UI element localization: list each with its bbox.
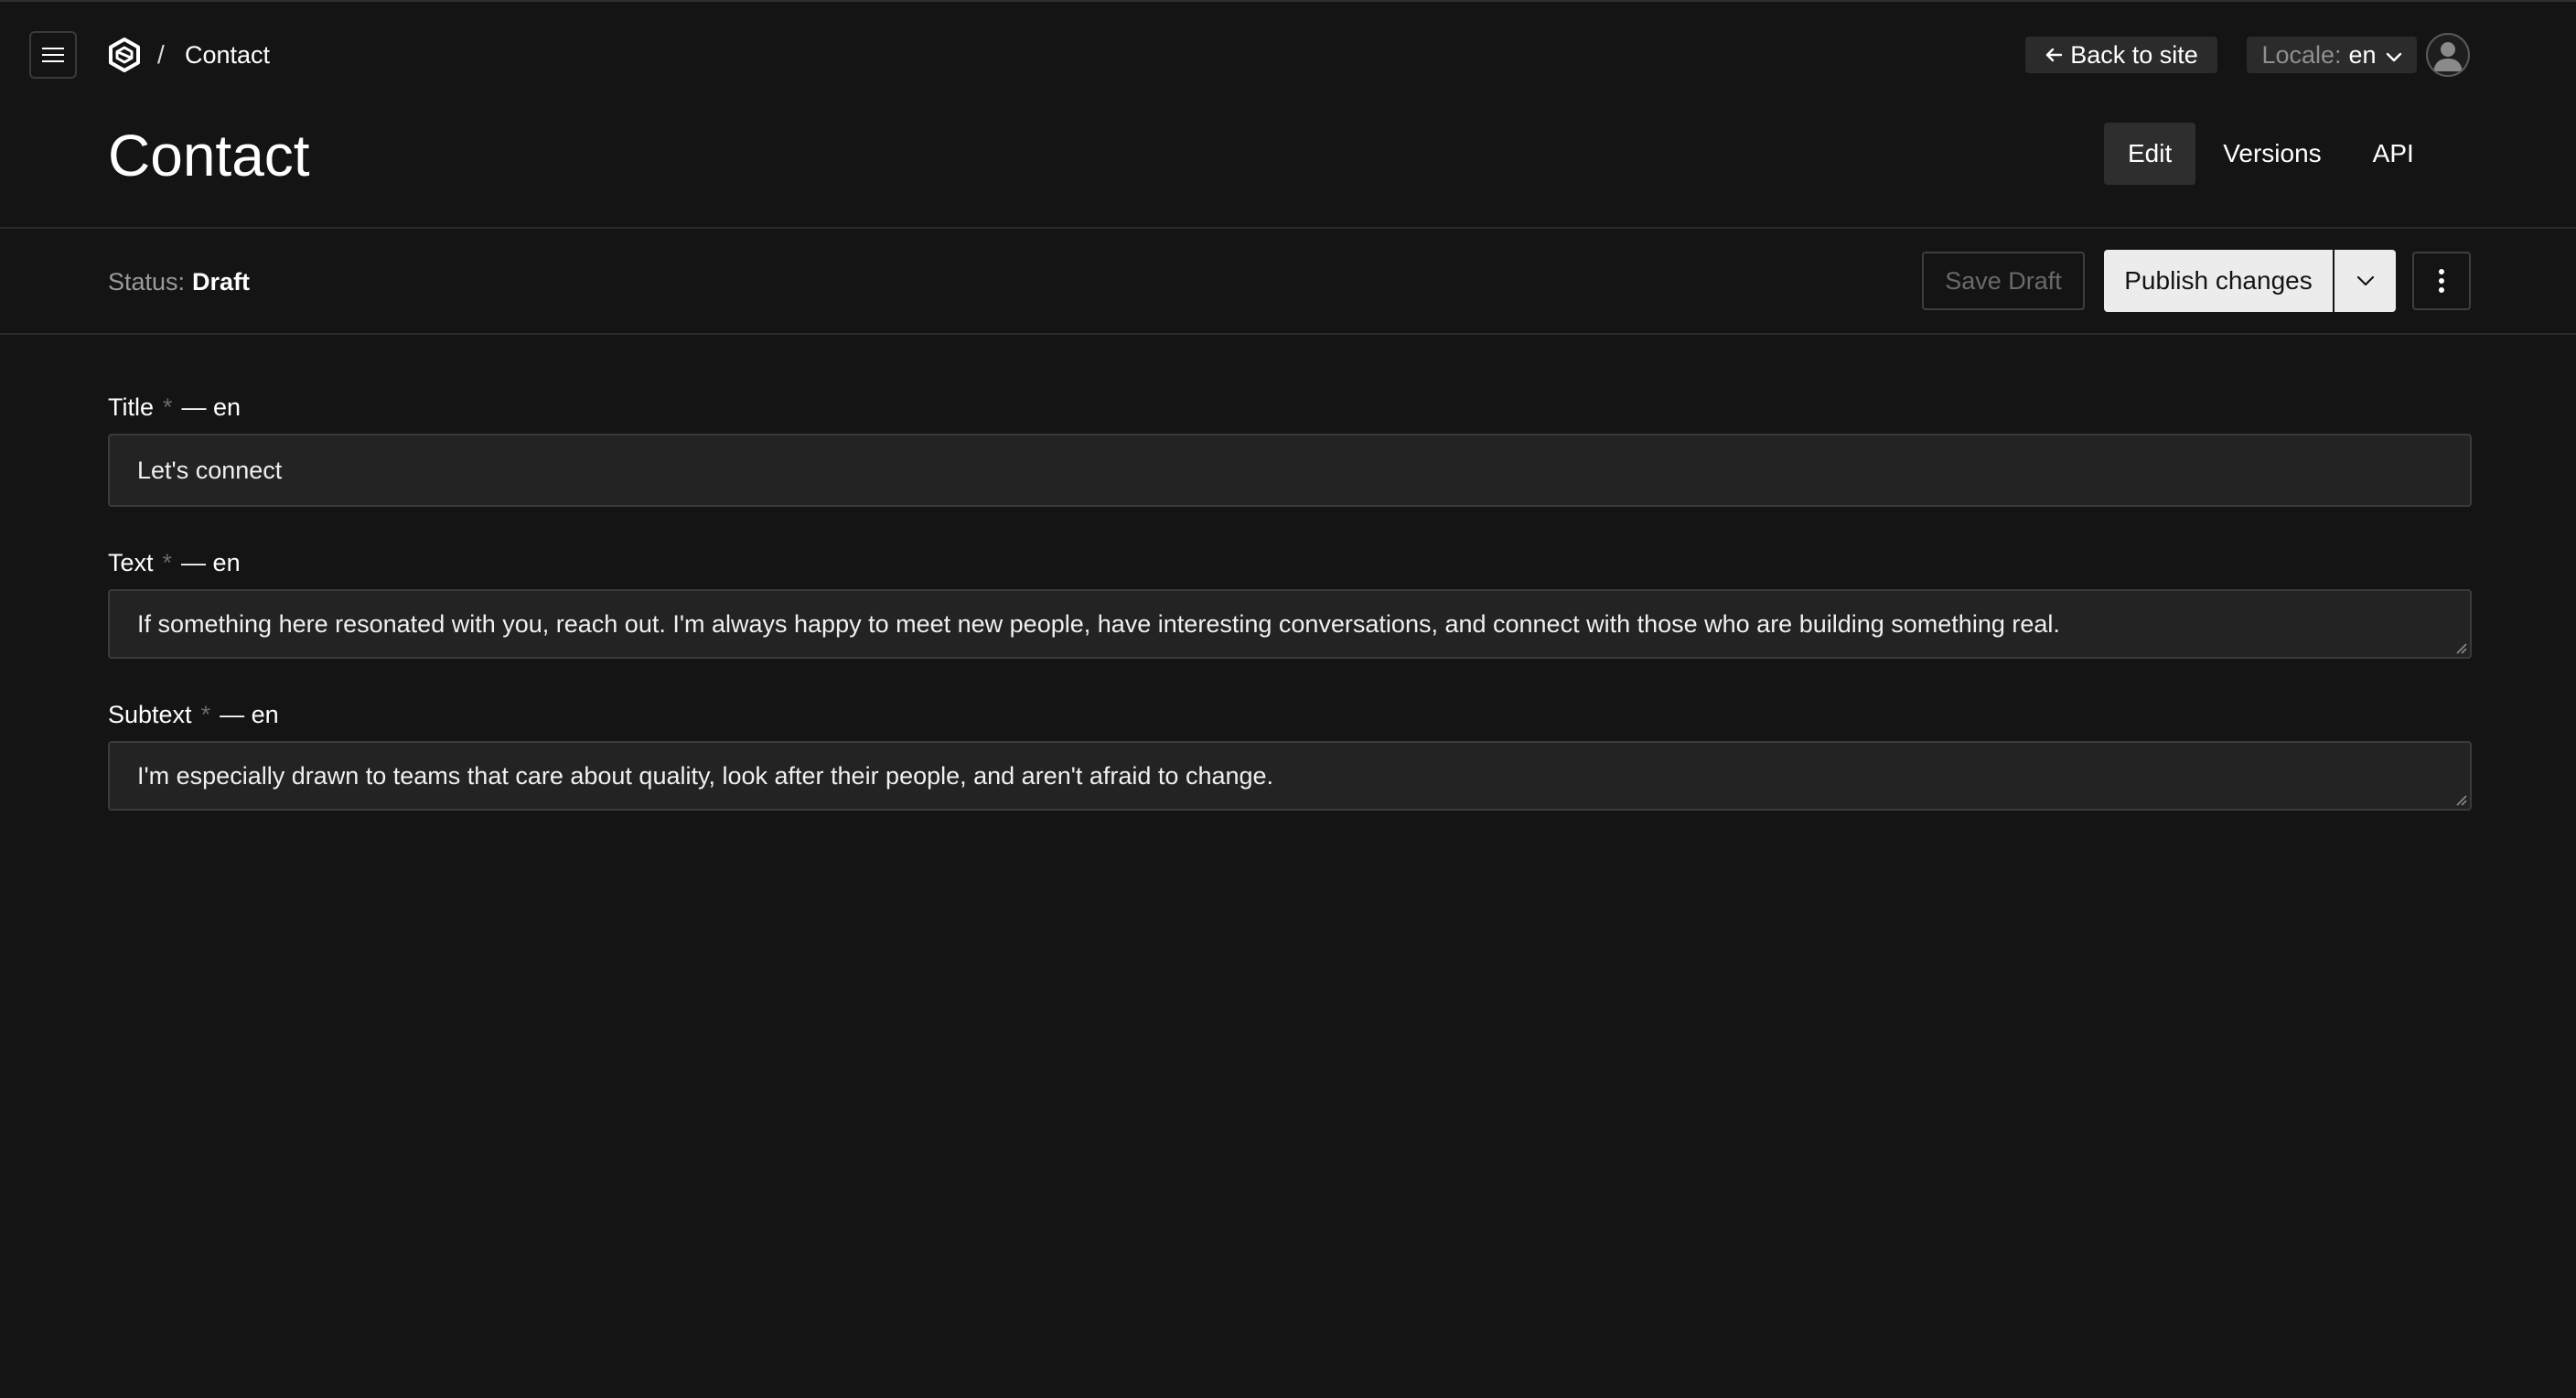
user-icon bbox=[2433, 42, 2463, 71]
subtext-textarea[interactable]: I'm especially drawn to teams that care … bbox=[108, 741, 2472, 811]
tab-edit[interactable]: Edit bbox=[2104, 123, 2196, 185]
subtext-textarea-value: I'm especially drawn to teams that care … bbox=[137, 762, 1274, 790]
field-locale: — en bbox=[181, 393, 242, 421]
field-locale: — en bbox=[181, 549, 241, 576]
more-vertical-icon bbox=[2439, 269, 2444, 293]
title-input[interactable]: Let's connect bbox=[108, 434, 2472, 507]
header-divider bbox=[0, 227, 2576, 229]
locale-label: Locale: bbox=[2261, 40, 2342, 69]
back-to-site-label: Back to site bbox=[2070, 40, 2198, 69]
hamburger-icon bbox=[42, 48, 64, 62]
publish-button-group: Publish changes bbox=[2104, 250, 2396, 312]
publish-changes-button[interactable]: Publish changes bbox=[2104, 250, 2333, 312]
status-divider bbox=[0, 333, 2576, 335]
chevron-down-icon bbox=[2386, 41, 2402, 70]
title-field-label: Title * — en bbox=[108, 392, 241, 423]
title-input-value: Let's connect bbox=[137, 457, 283, 484]
chevron-down-icon bbox=[2356, 275, 2374, 286]
status-label: Status: bbox=[108, 268, 186, 296]
back-to-site-button[interactable]: Back to site bbox=[2025, 37, 2217, 73]
locale-selector[interactable]: Locale: en bbox=[2247, 37, 2417, 73]
status-badge: Draft bbox=[192, 268, 251, 296]
page-title: Contact bbox=[108, 123, 310, 188]
app-window: / Contact Back to site Locale: en Contac… bbox=[0, 0, 2576, 1398]
logo-icon[interactable] bbox=[106, 37, 143, 73]
field-locale: — en bbox=[220, 701, 279, 728]
resize-handle-icon[interactable] bbox=[2454, 793, 2467, 806]
title-label-text: Title bbox=[108, 393, 155, 421]
text-textarea[interactable]: If something here resonated with you, re… bbox=[108, 589, 2472, 659]
menu-toggle-button[interactable] bbox=[29, 31, 77, 79]
top-bar: / Contact Back to site Locale: en bbox=[0, 2, 2576, 108]
document-status: Status: Draft bbox=[108, 265, 250, 298]
breadcrumb-current[interactable]: Contact bbox=[185, 38, 270, 71]
required-marker: * bbox=[200, 701, 211, 728]
resize-handle-icon[interactable] bbox=[2454, 641, 2467, 654]
more-options-button[interactable] bbox=[2412, 252, 2471, 310]
subtext-label-text: Subtext bbox=[108, 701, 192, 728]
arrow-left-icon bbox=[2045, 41, 2063, 70]
text-label-text: Text bbox=[108, 549, 154, 576]
save-draft-button[interactable]: Save Draft bbox=[1922, 252, 2085, 310]
locale-value: en bbox=[2348, 40, 2377, 69]
text-textarea-value: If something here resonated with you, re… bbox=[137, 610, 2060, 638]
required-marker: * bbox=[162, 549, 173, 576]
text-field-label: Text * — en bbox=[108, 547, 241, 578]
breadcrumb-separator: / bbox=[157, 40, 165, 69]
user-avatar[interactable] bbox=[2426, 33, 2470, 77]
publish-options-button[interactable] bbox=[2334, 250, 2396, 312]
required-marker: * bbox=[163, 393, 173, 421]
subtext-field-label: Subtext * — en bbox=[108, 699, 279, 730]
view-tabs: Edit Versions API bbox=[2104, 123, 2442, 185]
tab-api[interactable]: API bbox=[2349, 123, 2438, 185]
tab-versions[interactable]: Versions bbox=[2199, 123, 2345, 185]
